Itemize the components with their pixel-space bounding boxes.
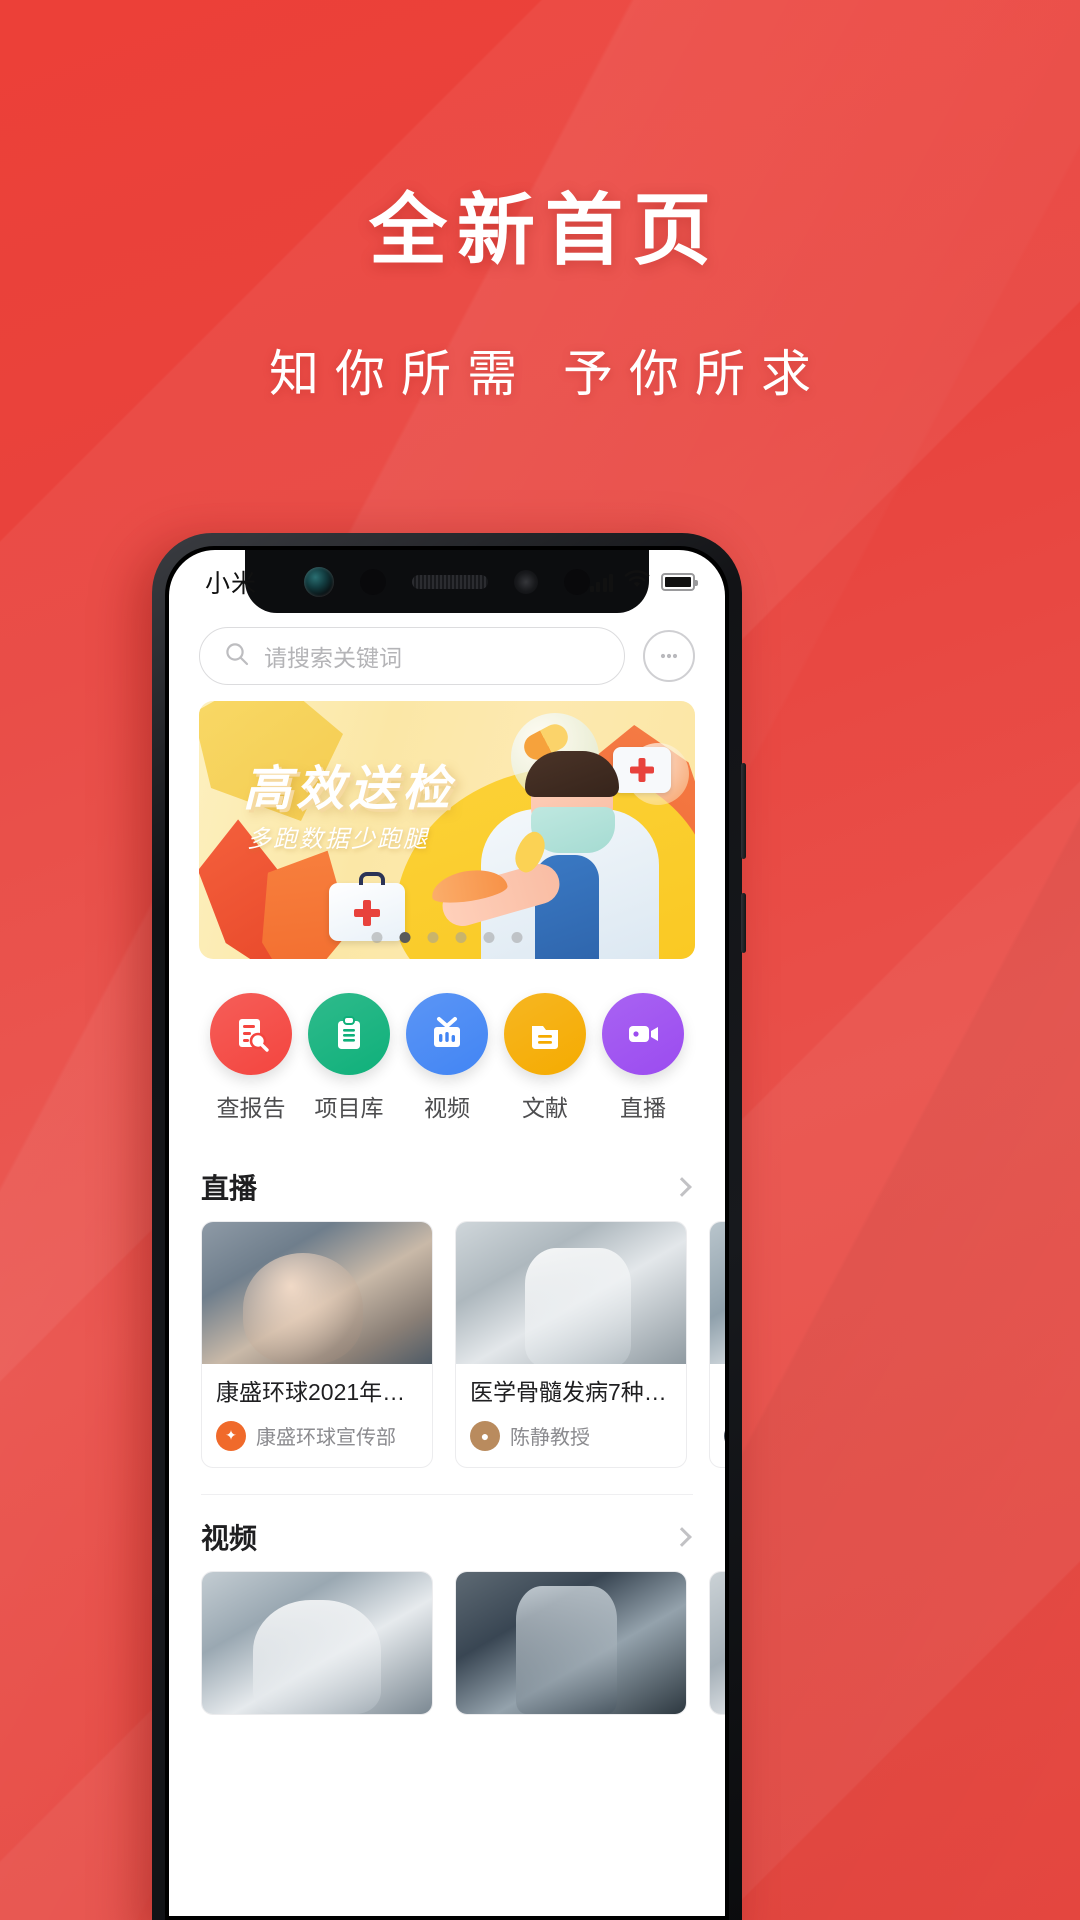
search-input[interactable]: 请搜索关键词 — [199, 627, 625, 685]
card-meta: ◐李… — [724, 1420, 725, 1451]
card-item[interactable] — [709, 1570, 725, 1715]
signal-bars-icon — [589, 572, 613, 592]
card-title: 医学骨髓发病7种常… — [470, 1379, 672, 1405]
banner-subtitle: 多跑数据少跑腿 — [247, 826, 429, 853]
card-item[interactable]: 康盛环球2021年淋… ✦ 康盛环球宣传部 — [201, 1221, 433, 1468]
chat-bubble-icon[interactable] — [643, 630, 695, 682]
quick-action-label: 项目库 — [314, 1095, 384, 1121]
wifi-icon — [624, 569, 650, 594]
avatar: ● — [470, 1420, 500, 1451]
quick-action-live-camera[interactable]: 直播 — [597, 993, 689, 1123]
promo-title: 全新首页 — [368, 186, 721, 274]
section-title: 视频 — [201, 1522, 258, 1554]
search-row: 请搜索关键词 — [169, 613, 725, 701]
quick-action-grid: 查报告 项目库 视频 文献 直播 — [169, 959, 725, 1145]
carousel-dot[interactable] — [371, 932, 383, 943]
report-search-icon — [210, 993, 292, 1075]
card-meta: ✦ 康盛环球宣传部 — [216, 1420, 418, 1451]
carousel-dots[interactable] — [371, 932, 523, 943]
card-rail[interactable]: 康盛环球2021年淋… ✦ 康盛环球宣传部 医学骨髓发病7种常… ● 陈静教授 医学… ◐李… — [169, 1221, 725, 1478]
carousel-dot[interactable] — [483, 932, 495, 943]
card-author: 陈静教授 — [510, 1427, 590, 1450]
section-live: 直播康盛环球2021年淋… ✦ 康盛环球宣传部 医学骨髓发病7种常… ● 陈静教授 医学… ◐… — [169, 1145, 725, 1495]
search-placeholder-text: 请搜索关键词 — [264, 645, 402, 671]
card-title: 医学… — [724, 1378, 725, 1407]
card-thumbnail — [710, 1222, 725, 1364]
promo-banner-carousel[interactable]: 高效送检 多跑数据少跑腿 — [199, 701, 695, 959]
quick-action-label: 视频 — [424, 1095, 470, 1121]
promo-subtitle: 知你所需 予你所求 — [269, 346, 827, 402]
chevron-right-icon[interactable] — [672, 1526, 692, 1547]
card-thumbnail — [456, 1571, 686, 1714]
power-button[interactable] — [741, 763, 746, 859]
card-body: 医学骨髓发病7种常… ● 陈静教授 — [456, 1364, 686, 1467]
quick-action-label: 直播 — [620, 1095, 666, 1121]
card-thumbnail — [202, 1571, 432, 1714]
card-title: 康盛环球2021年淋… — [216, 1379, 418, 1405]
carousel-dot[interactable] — [399, 932, 411, 943]
doctor-illustration — [437, 719, 679, 959]
carousel-dot[interactable] — [427, 932, 439, 943]
section-header: 视频 — [169, 1495, 725, 1571]
section-title: 直播 — [201, 1173, 258, 1204]
live-camera-icon — [602, 993, 684, 1075]
card-thumbnail — [202, 1222, 432, 1364]
status-bar: 小米 — [169, 550, 725, 613]
quick-action-video-box[interactable]: 视频 — [401, 993, 493, 1123]
card-meta: ● 陈静教授 — [470, 1420, 672, 1451]
card-item[interactable]: 医学… ◐李… — [709, 1221, 725, 1468]
clipboard-list-icon — [308, 993, 390, 1075]
banner-title: 高效送检 — [243, 763, 456, 816]
carrier-label: 小米 — [205, 569, 258, 598]
card-body: 康盛环球2021年淋… ✦ 康盛环球宣传部 — [202, 1364, 432, 1467]
battery-full-icon — [661, 572, 698, 591]
card-body: 医学… ◐李… — [710, 1364, 725, 1467]
quick-action-label: 文献 — [522, 1095, 568, 1121]
card-author: 康盛环球宣传部 — [256, 1427, 396, 1450]
card-item[interactable] — [455, 1570, 687, 1715]
avatar: ✦ — [216, 1420, 246, 1451]
kit-handle-icon — [359, 872, 385, 885]
status-icons — [589, 569, 698, 594]
search-icon — [224, 641, 250, 672]
quick-action-clipboard-list[interactable]: 项目库 — [303, 993, 395, 1123]
chevron-right-icon[interactable] — [672, 1177, 692, 1197]
content-sections: 直播康盛环球2021年淋… ✦ 康盛环球宣传部 医学骨髓发病7种常… ● 陈静教授 医学… ◐… — [169, 1145, 725, 1725]
volume-button[interactable] — [741, 893, 746, 953]
avatar: ◐ — [724, 1420, 725, 1451]
section-header: 直播 — [169, 1145, 725, 1221]
quick-action-report-search[interactable]: 查报告 — [205, 993, 297, 1123]
card-thumbnail — [710, 1571, 725, 1714]
card-rail[interactable] — [169, 1570, 725, 1725]
section-video: 视频 — [169, 1494, 725, 1725]
card-item[interactable] — [201, 1570, 433, 1715]
video-box-icon — [406, 993, 488, 1075]
phone-mockup: 小米 请搜索关键词 高效送检 多跑数据少跑腿 查报告 项目库 视频 文献 直播 … — [152, 533, 746, 1920]
folder-doc-icon — [504, 993, 586, 1075]
carousel-dot[interactable] — [511, 932, 523, 943]
phone-screen: 小米 请搜索关键词 高效送检 多跑数据少跑腿 查报告 项目库 视频 文献 直播 … — [169, 550, 725, 1916]
quick-action-label: 查报告 — [216, 1095, 286, 1121]
quick-action-folder-doc[interactable]: 文献 — [499, 993, 591, 1123]
card-thumbnail — [456, 1222, 686, 1364]
phone-bezel: 小米 请搜索关键词 高效送检 多跑数据少跑腿 查报告 项目库 视频 文献 直播 … — [165, 546, 729, 1920]
carousel-dot[interactable] — [455, 932, 467, 943]
card-item[interactable]: 医学骨髓发病7种常… ● 陈静教授 — [455, 1221, 687, 1468]
